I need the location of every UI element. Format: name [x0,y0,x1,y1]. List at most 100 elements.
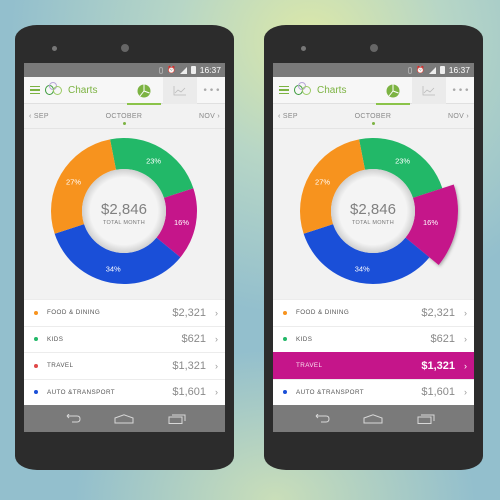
more-options-button[interactable]: ••• [449,77,473,104]
hamburger-menu-icon[interactable] [279,85,289,95]
phone-frame-right: ⏰ 16:37 Charts ••• ‹ SEP OCTOBER NOV › 2… [264,25,483,470]
signal-icon [428,66,436,74]
slice-percent-label: 27% [66,177,81,186]
category-amount: $2,321 [172,306,206,319]
tab-line-chart[interactable] [163,77,197,104]
chevron-right-icon: › [215,334,218,345]
slice-percent-label: 23% [395,157,410,166]
chevron-right-icon: › [215,387,218,398]
current-month: OCTOBER [105,112,143,120]
more-options-button[interactable]: ••• [200,77,224,104]
line-chart-icon [422,85,435,95]
battery-icon [439,66,445,74]
donut-chart-area: 23% 16% 34% 27% $2,846 TOTAL MONTH [24,129,225,299]
category-list: FOOD & DINING $2,321 › KIDS $621 › TRAVEL $1,32… [24,299,225,405]
bluetooth-icon [159,66,163,74]
category-row[interactable]: KIDS $621 › [24,325,225,353]
system-nav-bar [273,405,474,432]
recents-button[interactable] [416,413,436,425]
line-chart-icon [173,85,186,95]
home-button[interactable] [363,413,383,425]
chevron-right-icon: › [215,307,218,318]
category-row[interactable]: TRAVEL $1,321 › [24,352,225,379]
app-logo-icon [45,82,63,98]
status-bar: ⏰ 16:37 [273,63,474,77]
category-amount: $621 [430,333,455,346]
tab-line-chart[interactable] [412,77,446,104]
donut-chart: 23% 16% 34% 27% $2,846 TOTAL MONTH [300,138,458,284]
category-row[interactable]: FOOD & DINING $2,321 › [273,299,474,326]
category-label: KIDS [296,335,313,343]
slice-percent-label: 34% [106,265,121,274]
tab-pie-chart[interactable] [376,77,410,105]
category-color-dot [283,337,287,342]
slice-percent-label: 16% [423,218,438,227]
alarm-icon: ⏰ [167,66,176,74]
category-amount: $1,321 [172,359,206,372]
battery-icon [190,66,196,74]
front-camera [121,44,129,52]
current-month-indicator [372,122,375,125]
category-amount: $1,601 [421,386,455,399]
back-icon [315,413,330,422]
app-title: Charts [68,84,98,96]
phone-frame-left: ⏰ 16:37 Charts ••• ‹ SEP OCTOBER NOV › 2… [15,25,234,470]
sensor-dot [52,46,57,51]
category-color-dot [34,390,38,395]
phone-screen: ⏰ 16:37 Charts ••• ‹ SEP OCTOBER NOV › 2… [24,63,225,432]
slice-percent-label: 34% [355,265,370,274]
status-bar: ⏰ 16:37 [24,63,225,77]
home-icon [363,413,383,423]
category-label: FOOD & DINING [296,309,350,317]
chevron-right-icon: › [464,387,467,398]
category-row[interactable]: FOOD & DINING $2,321 › [24,299,225,326]
category-color-dot [34,337,38,342]
app-logo-icon [294,82,312,98]
category-amount: $2,321 [421,306,455,319]
app-bar: Charts ••• [273,77,474,105]
slice-percent-label: 27% [315,177,330,186]
phone-screen: ⏰ 16:37 Charts ••• ‹ SEP OCTOBER NOV › 2… [273,63,474,432]
chevron-right-icon: › [464,334,467,345]
chevron-right-icon: › [215,360,218,371]
category-label: AUTO &TRANSPORT [296,388,365,396]
back-button[interactable] [311,413,331,425]
status-time: 16:37 [199,65,221,75]
category-label: TRAVEL [296,362,323,370]
alarm-icon: ⏰ [416,66,425,74]
current-month-indicator [123,122,126,125]
category-row[interactable]: AUTO &TRANSPORT $1,601 › [273,378,474,406]
chevron-right-icon: › [464,307,467,318]
total-amount: $2,846 [101,201,147,218]
app-bar: Charts ••• [24,77,225,105]
status-time: 16:37 [448,65,470,75]
home-button[interactable] [114,413,134,425]
next-month-button[interactable]: NOV › [448,113,469,120]
category-row[interactable]: AUTO &TRANSPORT $1,601 › [24,378,225,406]
donut-chart-area: 23% 16% 34% 27% $2,846 TOTAL MONTH [273,129,474,299]
slice-percent-label: 23% [146,157,161,166]
home-icon [114,413,134,423]
tab-pie-chart[interactable] [127,77,161,105]
prev-month-button[interactable]: ‹ SEP [29,113,49,120]
category-list: FOOD & DINING $2,321 › KIDS $621 › TRAVEL $1,32… [273,299,474,405]
front-camera [370,44,378,52]
next-month-button[interactable]: NOV › [199,113,220,120]
sensor-dot [301,46,306,51]
pie-chart-icon [137,84,151,97]
chevron-right-icon: › [464,360,467,371]
system-nav-bar [24,405,225,432]
total-caption: TOTAL MONTH [352,220,394,226]
hamburger-menu-icon[interactable] [30,85,40,95]
prev-month-button[interactable]: ‹ SEP [278,113,298,120]
back-button[interactable] [62,413,82,425]
category-color-dot [34,310,38,315]
category-row[interactable]: KIDS $621 › [273,325,474,353]
category-row[interactable]: TRAVEL $1,321 › [273,352,474,379]
current-month: OCTOBER [354,112,392,120]
category-amount: $621 [181,333,206,346]
slice-percent-label: 16% [174,218,189,227]
recents-button[interactable] [167,413,187,425]
bluetooth-icon [408,66,412,74]
category-amount: $1,601 [172,386,206,399]
